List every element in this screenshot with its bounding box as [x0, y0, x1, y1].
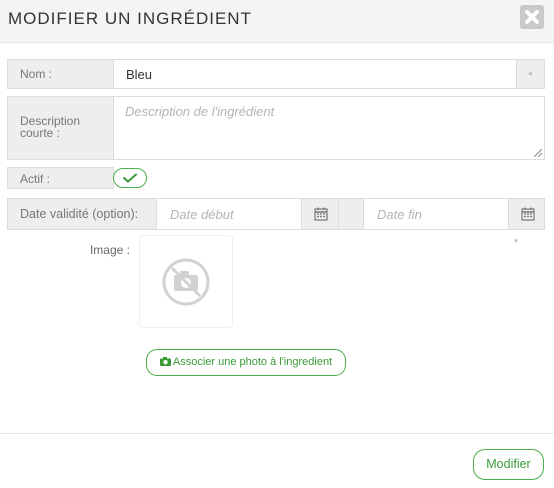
check-icon [123, 173, 137, 183]
calendar-icon [521, 207, 535, 221]
date-start-calendar-button[interactable] [301, 198, 339, 230]
actif-toggle[interactable] [113, 168, 147, 188]
date-end-placeholder: Date fin [377, 207, 422, 222]
date-end-calendar-button[interactable] [508, 198, 545, 230]
dialog-title: MODIFIER UN INGRÉDIENT [8, 9, 252, 28]
image-label: Image : [89, 243, 130, 257]
associate-photo-label: Associer une photo à l'ingredient [172, 356, 333, 368]
camera-icon [159, 357, 171, 366]
image-preview[interactable] [139, 235, 233, 328]
date-end-input[interactable]: Date fin [363, 198, 509, 230]
resize-handle-icon[interactable] [534, 149, 542, 157]
nom-required-mark: * [516, 59, 545, 89]
calendar-icon [314, 207, 328, 221]
actif-label: Actif : [7, 167, 114, 189]
no-photo-icon [162, 258, 210, 306]
description-placeholder: Description de l'ingrédient [125, 104, 275, 119]
date-start-input[interactable]: Date début [156, 198, 302, 230]
nom-label: Nom : [7, 59, 114, 89]
close-icon [525, 10, 539, 24]
description-textarea[interactable]: Description de l'ingrédient [113, 96, 545, 160]
footer-divider [0, 433, 554, 434]
validity-label: Date validité (option): [7, 198, 157, 230]
date-separator [338, 198, 364, 230]
modify-button[interactable]: Modifier [473, 449, 544, 480]
required-star: * [528, 70, 533, 82]
image-required-mark: * [514, 237, 519, 249]
dialog-header: MODIFIER UN INGRÉDIENT [0, 0, 554, 43]
close-button[interactable] [520, 5, 544, 29]
associate-photo-button[interactable]: Associer une photo à l'ingredient [146, 349, 346, 376]
date-start-placeholder: Date début [170, 207, 234, 222]
nom-input[interactable]: Bleu [113, 59, 517, 89]
description-label: Description courte : [7, 96, 114, 160]
